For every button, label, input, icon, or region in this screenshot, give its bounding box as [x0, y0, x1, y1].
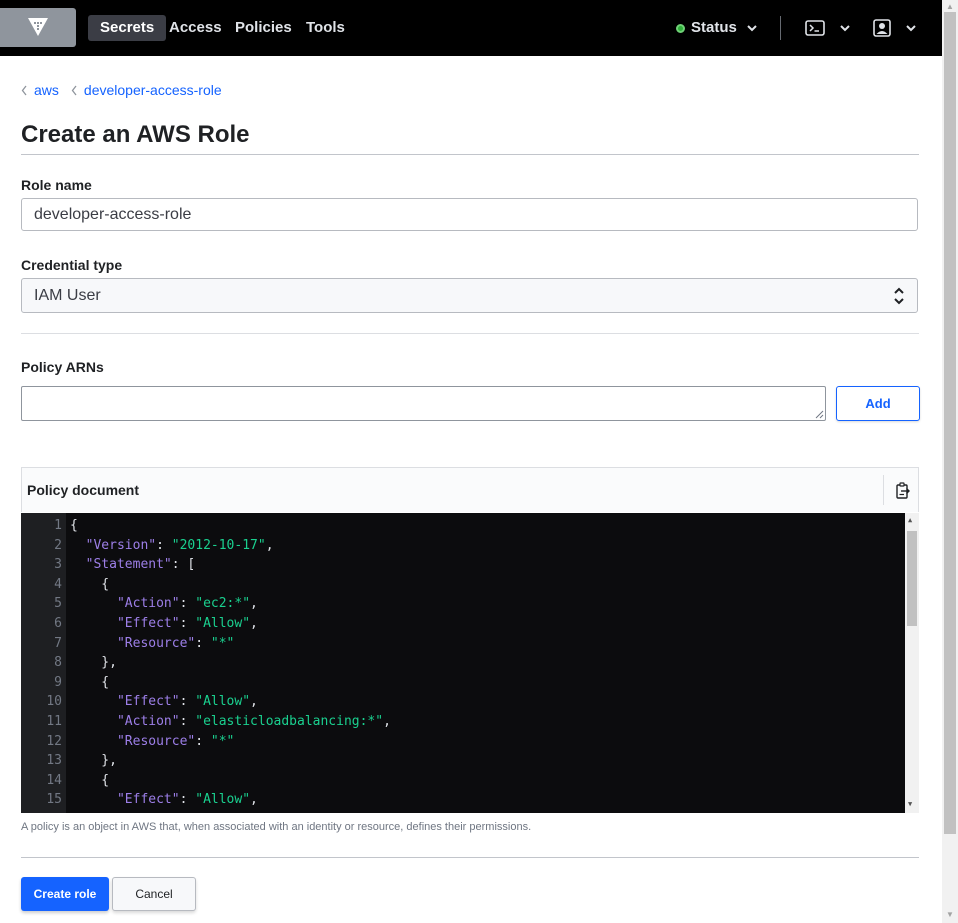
- credential-type-value: IAM User: [34, 287, 101, 304]
- chevron-left-icon: [21, 85, 27, 95]
- page-title: Create an AWS Role: [21, 121, 250, 148]
- credential-type-select[interactable]: IAM User: [21, 278, 918, 313]
- code-line: },: [70, 655, 117, 671]
- create-role-button[interactable]: Create role: [21, 877, 109, 911]
- policy-code-editor[interactable]: 1 2 3 4 5 6 7 8 9 10 11 12 13 14 15 { "Version": "2012…: [21, 513, 919, 813]
- code-line: },: [70, 753, 117, 769]
- cancel-button[interactable]: Cancel: [112, 877, 196, 911]
- code-line: {: [70, 674, 110, 690]
- page-scroll-thumb[interactable]: [944, 12, 956, 834]
- code-line: "Statement": [: [85, 557, 196, 573]
- policy-help-text: A policy is an object in AWS that, when …: [21, 821, 532, 833]
- scroll-down-icon[interactable]: ▼: [946, 910, 954, 919]
- policy-document-label: Policy document: [27, 482, 140, 498]
- breadcrumb-item-role[interactable]: developer-access-role: [71, 82, 222, 98]
- scroll-up-icon[interactable]: ▲: [946, 2, 954, 11]
- nav-policies[interactable]: Policies: [223, 15, 304, 41]
- chevron-down-icon: [906, 25, 916, 32]
- status-label: Status: [691, 19, 737, 36]
- line-number: 9: [54, 674, 62, 690]
- scroll-up-icon[interactable]: ▲: [908, 516, 912, 524]
- section-divider: [21, 333, 919, 334]
- nav-secrets[interactable]: Secrets: [88, 15, 167, 41]
- line-number: 3: [54, 557, 62, 573]
- chevron-down-icon: [840, 25, 850, 32]
- line-number: 11: [46, 714, 62, 729]
- title-divider: [21, 154, 919, 155]
- resize-handle-icon[interactable]: [815, 410, 824, 419]
- line-number: 4: [54, 576, 62, 592]
- line-number: 12: [46, 733, 62, 749]
- vault-logo-button[interactable]: [0, 8, 76, 47]
- code-line: {: [70, 772, 110, 788]
- code-line: "Effect": "Allow",: [116, 694, 258, 710]
- line-number: 2: [54, 537, 62, 553]
- scroll-down-icon[interactable]: ▼: [908, 800, 912, 808]
- role-name-label: Role name: [21, 177, 92, 193]
- policy-arns-input[interactable]: [21, 386, 826, 421]
- header-divider: [883, 475, 884, 505]
- line-number: 15: [46, 792, 62, 808]
- select-arrows-icon: [894, 287, 904, 305]
- editor-scrollbar[interactable]: ▲ ▼: [905, 513, 919, 813]
- nav-tools[interactable]: Tools: [294, 15, 357, 41]
- editor-scroll-thumb[interactable]: [907, 531, 917, 626]
- line-number: 14: [46, 772, 62, 788]
- breadcrumb-label[interactable]: aws: [34, 82, 59, 98]
- user-icon: [873, 19, 891, 37]
- vault-logo-icon: [28, 18, 48, 36]
- line-number: 1: [54, 518, 62, 533]
- policy-arns-label: Policy ARNs: [21, 359, 104, 375]
- status-indicator-icon: [676, 24, 685, 33]
- code-line: "Effect": "Allow",: [116, 616, 258, 631]
- line-number-gutter: 1 2 3 4 5 6 7 8 9 10 11 12 13 14 15: [21, 513, 66, 813]
- code-line: "Action": "elasticloadbalancing:*",: [116, 714, 391, 729]
- nav-divider: [780, 16, 781, 40]
- user-menu[interactable]: [873, 17, 917, 39]
- line-number: 13: [46, 753, 62, 769]
- page-scrollbar[interactable]: ▲ ▼: [942, 0, 958, 923]
- chevron-down-icon: [747, 25, 757, 32]
- top-nav: Secrets Access Policies Tools Status: [0, 0, 942, 56]
- code-line: {: [70, 518, 78, 533]
- code-line: "Effect": "Allow",: [116, 792, 258, 808]
- terminal-icon: [805, 20, 825, 36]
- console-menu[interactable]: [805, 17, 851, 39]
- breadcrumb-item-aws[interactable]: aws: [21, 82, 59, 98]
- copy-icon[interactable]: [895, 482, 911, 500]
- breadcrumb-label[interactable]: developer-access-role: [84, 82, 222, 98]
- chevron-left-icon: [71, 85, 77, 95]
- status-menu[interactable]: Status: [676, 15, 759, 41]
- line-number: 6: [54, 616, 62, 631]
- line-number: 7: [54, 635, 62, 651]
- role-name-input[interactable]: developer-access-role: [21, 198, 918, 231]
- code-line: "Resource": "*": [116, 733, 235, 749]
- add-arn-button[interactable]: Add: [836, 386, 920, 421]
- policy-document-header: Policy document: [21, 467, 919, 512]
- code-line: "Version": "2012-10-17",: [85, 537, 274, 553]
- code-line: "Resource": "*": [116, 635, 235, 651]
- credential-type-label: Credential type: [21, 257, 123, 273]
- line-number: 5: [54, 596, 62, 612]
- code-line: "Action": "ec2:*",: [116, 596, 258, 612]
- breadcrumb: aws developer-access-role: [21, 82, 222, 98]
- footer-divider: [21, 857, 919, 858]
- line-number: 8: [54, 655, 62, 671]
- code-line: {: [70, 576, 110, 592]
- line-number: 10: [46, 694, 62, 710]
